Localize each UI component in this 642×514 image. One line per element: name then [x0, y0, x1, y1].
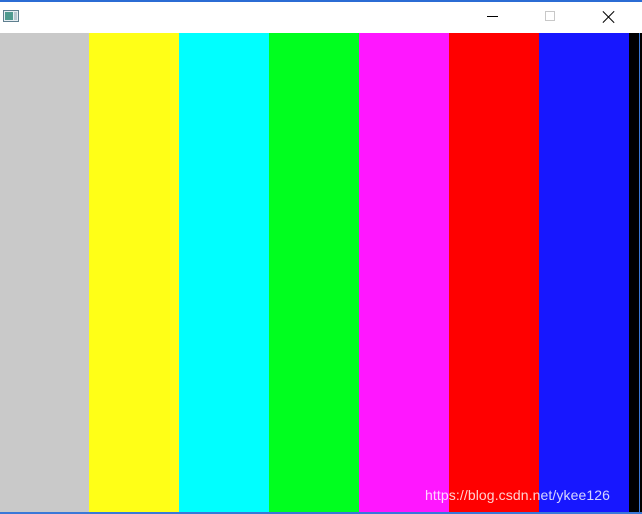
app-window: https://blog.csdn.net/ykee126: [0, 0, 642, 514]
color-bar-blue: [539, 33, 629, 512]
maximize-icon: [545, 11, 555, 21]
color-bar-cyan: [179, 33, 269, 512]
client-area: [0, 33, 642, 512]
close-icon: [603, 11, 615, 23]
close-button[interactable]: [580, 2, 638, 33]
app-icon[interactable]: [3, 10, 19, 22]
minimize-icon: [487, 16, 498, 17]
color-bar-yellow: [89, 33, 179, 512]
color-bar-magenta: [359, 33, 449, 512]
watermark-text: https://blog.csdn.net/ykee126: [425, 487, 611, 503]
minimize-button[interactable]: [464, 2, 522, 33]
color-bar-gray: [0, 33, 89, 512]
title-bar[interactable]: [0, 2, 642, 33]
maximize-button[interactable]: [522, 2, 580, 33]
color-bar-red: [449, 33, 539, 512]
color-bars: [0, 33, 629, 512]
color-bar-green: [269, 33, 359, 512]
right-border-line: [639, 33, 640, 512]
right-black-edge: [629, 33, 642, 512]
